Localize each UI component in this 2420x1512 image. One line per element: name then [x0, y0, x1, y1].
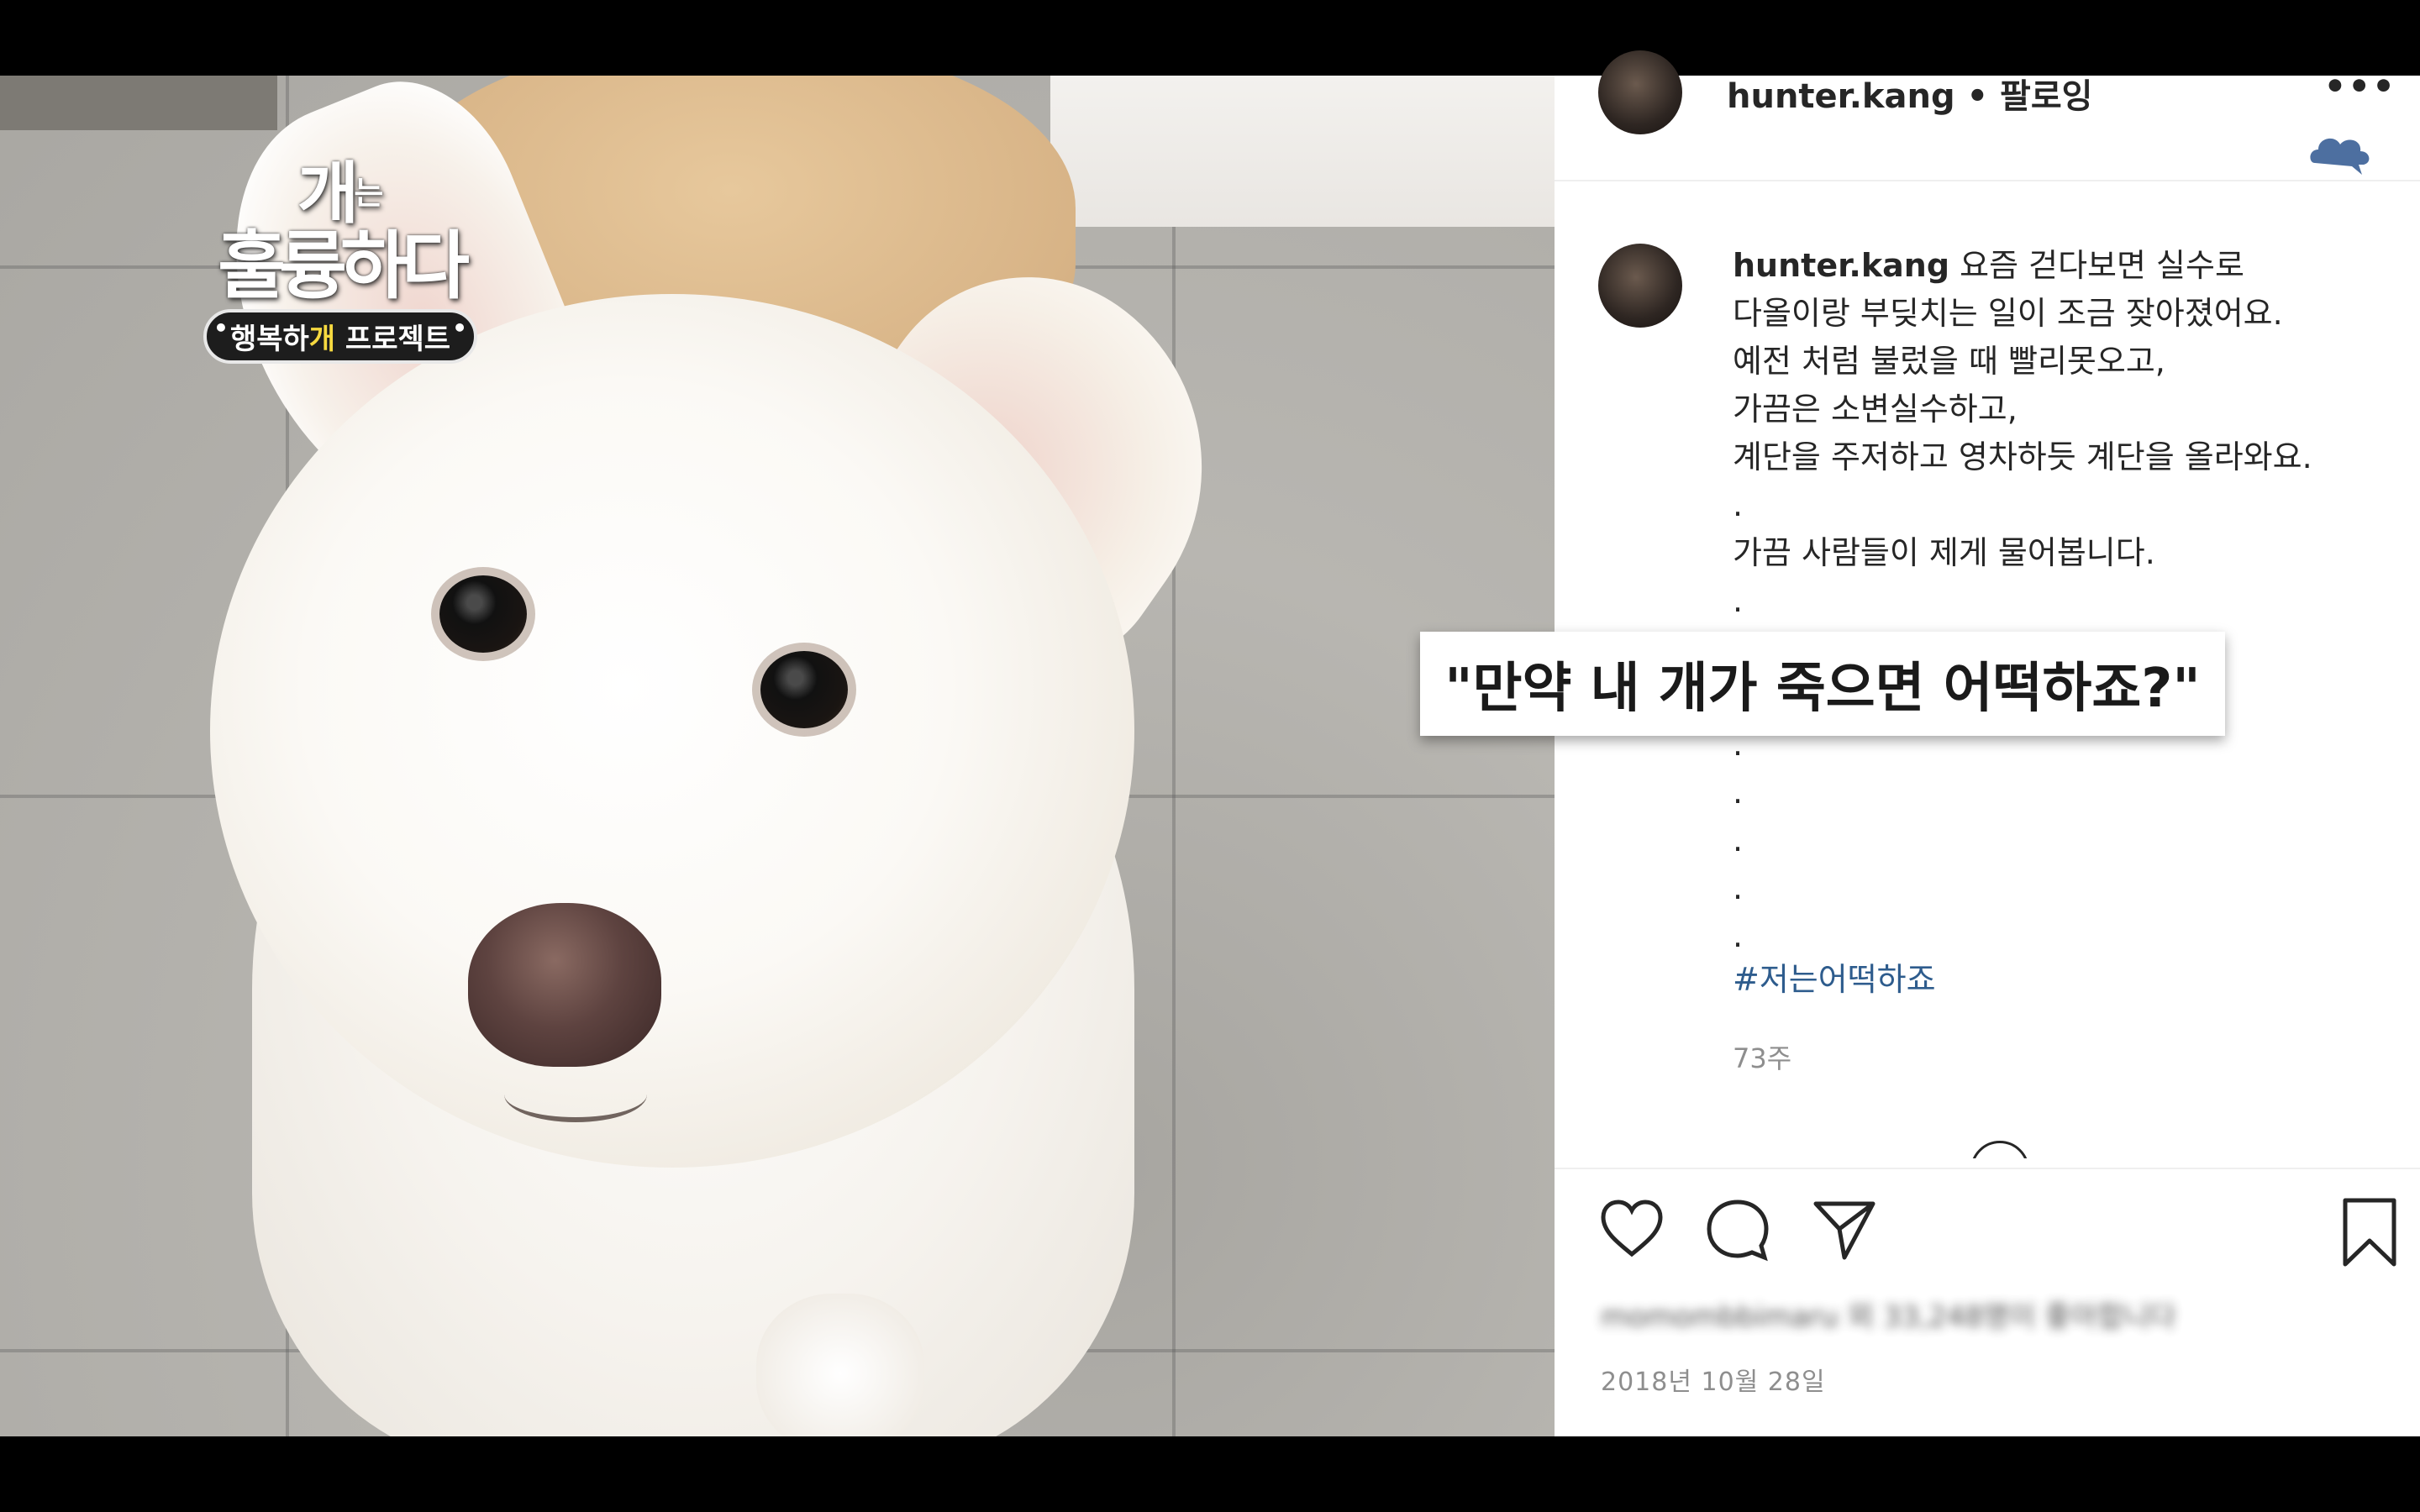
show-logo: 개는 훌륭하다 행복하개 프로젝트: [176, 160, 504, 412]
heart-icon[interactable]: [1598, 1197, 1665, 1259]
post-caption: hunter.kang 요즘 걷다보면 실수로 다올이랑 부딪치는 일이 조금 …: [1733, 242, 2405, 960]
caption-line-3: 가끔은 소변실수하고,: [1733, 391, 2018, 428]
follow-status[interactable]: • 팔로잉: [1955, 77, 2093, 116]
header-divider: [1555, 180, 2420, 181]
caption-line-0: hunter.kang 요즘 걷다보면 실수로: [1733, 247, 2244, 284]
bookmark-icon[interactable]: [2340, 1197, 2399, 1268]
caption-avatar[interactable]: [1598, 244, 1682, 328]
cloud-icon: [2310, 138, 2370, 175]
dog-mouth: [504, 1067, 647, 1122]
actions-divider: [1555, 1168, 2420, 1169]
dog-right-eye: [760, 651, 848, 728]
caption-username[interactable]: hunter.kang: [1733, 247, 1949, 284]
caption-line-12: .: [1733, 822, 1744, 858]
show-title-line1: 개는: [297, 154, 384, 233]
post-header: hunter.kang • 팔로잉: [1727, 69, 2092, 118]
caption-line-6: 가끔 사람들이 제게 물어봅니다.: [1733, 534, 2155, 571]
show-subtitle-badge: 행복하개 프로젝트: [203, 309, 478, 364]
caption-line-7: .: [1733, 582, 1744, 619]
share-icon[interactable]: [1811, 1197, 1878, 1264]
header-username[interactable]: hunter.kang: [1727, 77, 1955, 116]
show-title-line2: 훌륭하다: [218, 222, 470, 309]
instagram-post-panel: hunter.kang • 팔로잉 ••• hunter.kang 요즘 걷다보…: [1555, 50, 2420, 1436]
wall: [1050, 76, 1555, 227]
dog-photo: 개는 훌륭하다 행복하개 프로젝트: [0, 76, 1555, 1436]
post-date: 2018년 10월 28일: [1601, 1368, 1826, 1397]
subtitle-caption: "만약 내 개가 죽으면 어떡하죠?": [1420, 632, 2225, 736]
hashtag-link[interactable]: #저는어떡하죠: [1733, 953, 1936, 1000]
dog-paw: [756, 1294, 924, 1436]
cabinet: [0, 76, 277, 130]
likes-count[interactable]: momombbimaru 외 33,248명이 좋아합니다: [1601, 1294, 2176, 1335]
caption-line-11: .: [1733, 774, 1744, 811]
comment-icon[interactable]: [1704, 1197, 1771, 1264]
post-age: 73주: [1733, 1042, 1792, 1074]
header-avatar[interactable]: [1598, 50, 1682, 134]
caption-line-1: 다올이랑 부딪치는 일이 조금 잦아졌어요.: [1733, 295, 2283, 332]
dog-nose: [468, 903, 661, 1067]
dog-head: [210, 294, 1134, 1168]
caption-line-2: 예전 처럼 불렀을 때 빨리못오고,: [1733, 343, 2165, 380]
caption-line-4: 계단을 주저하고 영차하듯 계단을 올라와요.: [1733, 438, 2312, 475]
caption-line-13: .: [1733, 869, 1744, 906]
load-more-comments-icon[interactable]: [1970, 1141, 2029, 1158]
caption-line-5: .: [1733, 486, 1744, 523]
video-frame: 개는 훌륭하다 행복하개 프로젝트 hunter.kang • 팔로잉 ••• …: [0, 50, 2420, 1436]
more-options-icon[interactable]: •••: [2323, 66, 2396, 107]
dog-left-eye: [439, 575, 527, 653]
